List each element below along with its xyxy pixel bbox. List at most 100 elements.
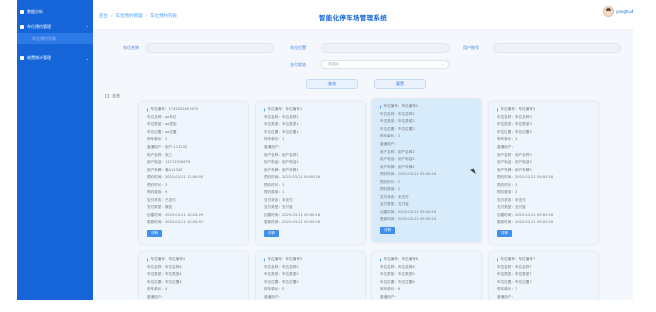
card-field: 停车单价：1 bbox=[264, 136, 359, 144]
pay-status-label: 支付状态 bbox=[290, 62, 306, 67]
card-field: 普通用户： bbox=[380, 141, 475, 149]
card-field-text: 普通用户： bbox=[380, 142, 398, 146]
card-field: 车位编号：车位编号6 bbox=[380, 256, 475, 264]
card-field: 用户名称：用户名称1 bbox=[264, 151, 359, 159]
card-field-text: 车位类型：车位类型1 bbox=[264, 122, 299, 127]
card-field-text: 普通用户： bbox=[264, 145, 282, 149]
card-field: 预约时间：2025-03-21 11:06:00 bbox=[147, 174, 242, 182]
card-field: 支付状态：未支付 bbox=[380, 194, 475, 202]
position-input[interactable] bbox=[321, 43, 449, 53]
card-field: 车位位置：车位位置2 bbox=[380, 126, 475, 134]
card-field: 预约时长：3 bbox=[147, 181, 242, 189]
card-field-text: 车位编号：车位编号5 bbox=[267, 257, 303, 262]
card-field: 预约时长：1 bbox=[264, 181, 359, 189]
card-field: 支付类型：支付宝 bbox=[497, 204, 592, 212]
breadcrumb-separator: / bbox=[145, 14, 148, 19]
card-field-text: 支付类型：支付宝 bbox=[380, 202, 409, 207]
card-field: 普通用户： bbox=[264, 144, 359, 152]
sidebar-item-fee-statistics[interactable]: 收费统计管理 ⌄ bbox=[17, 52, 93, 64]
breadcrumb-home[interactable]: 后台 bbox=[99, 14, 108, 19]
sidebar-item-reservation-list[interactable]: 车位预约列表 bbox=[17, 33, 93, 44]
top-bar: 后台 / 车位预约管理 / 车位预约列表 智能化停车场管理系统 yonghu4 bbox=[93, 0, 634, 30]
card-select-radio[interactable] bbox=[264, 257, 265, 263]
reservation-card[interactable]: 车位编号：车位编号1 车位名称：车位名称1 车位类型：车位类型1 车位位置：车位位置1… bbox=[256, 102, 365, 244]
card-field: 停车单价：2 bbox=[380, 133, 475, 141]
card-field-text: 用户电话：用户电话3 bbox=[497, 160, 532, 165]
detail-button[interactable]: 详情 bbox=[497, 229, 512, 237]
car-icon bbox=[20, 25, 24, 29]
avatar[interactable] bbox=[603, 6, 614, 17]
card-field-text: 车位位置：aa位置 bbox=[147, 129, 177, 134]
sidebar-item-reservation-management[interactable]: 车位预约管理 ⌃ bbox=[17, 21, 93, 33]
card-field: 停车单价：6 bbox=[380, 286, 475, 294]
card-field: 车位名称：车位名称4 bbox=[147, 264, 242, 272]
card-field-text: 车位编号：车位编号3 bbox=[500, 107, 536, 112]
card-select-radio[interactable] bbox=[147, 257, 148, 263]
chevron-down-icon: ⌄ bbox=[85, 55, 89, 61]
card-field-text: 车位名称：车位名称5 bbox=[264, 264, 299, 269]
card-field: 车位名称：车位名称6 bbox=[380, 264, 475, 272]
card-field: 支付状态：未支付 bbox=[264, 197, 359, 205]
card-field-text: 预约时长：3 bbox=[497, 182, 518, 187]
username[interactable]: yonghu4 bbox=[616, 9, 634, 14]
card-select-radio[interactable] bbox=[380, 257, 381, 263]
username-input[interactable] bbox=[493, 43, 621, 53]
card-field: 车位名称：车位名称7 bbox=[497, 264, 592, 272]
card-field-text: 车位名称：车位名称7 bbox=[497, 264, 532, 269]
card-field-text: 车位名称：车位名称2 bbox=[380, 111, 415, 116]
card-field-text: 用户电话：用户电话1 bbox=[264, 160, 299, 165]
card-select-radio[interactable] bbox=[497, 257, 498, 263]
card-field: 预约时长：3 bbox=[497, 181, 592, 189]
detail-button[interactable]: 详情 bbox=[380, 226, 395, 234]
card-select-radio[interactable] bbox=[497, 107, 498, 113]
card-field: 更新时间：2025-03-21 09:00:16 bbox=[497, 219, 592, 227]
card-field: 车位编号：车位编号7 bbox=[497, 256, 592, 264]
card-field-text: 车位位置：车位位置6 bbox=[380, 279, 415, 284]
card-field-text: 用户名称：用户名称1 bbox=[264, 152, 299, 157]
card-field: 车位名称：车位名称3 bbox=[497, 114, 592, 122]
breadcrumb-level1[interactable]: 车位预约管理 bbox=[116, 14, 143, 19]
card-field: 车位编号：车位编号1 bbox=[264, 106, 359, 114]
card-field: 创建时间：2025-03-21 09:00:16 bbox=[380, 209, 475, 217]
card-field: 车位位置：车位位置6 bbox=[380, 279, 475, 287]
card-field-text: 车位名称：车位名称1 bbox=[264, 114, 299, 119]
reservation-card[interactable]: 车位编号：车位编号2 车位名称：车位名称2 车位类型：车位类型2 车位位置：车位位置2… bbox=[372, 99, 481, 242]
card-field: 更新时间：2025-03-21 10:04:51 bbox=[147, 219, 242, 227]
card-field: 用户电话：用户电话1 bbox=[264, 159, 359, 167]
query-button[interactable]: 查询 bbox=[306, 79, 358, 89]
bottom-margin bbox=[0, 300, 656, 312]
card-field-text: 支付状态：已支付 bbox=[147, 197, 176, 202]
card-field: 车位位置：车位位置7 bbox=[497, 279, 592, 287]
reset-button[interactable]: 重置 bbox=[374, 79, 426, 89]
card-field-text: 车位编号：1742522807675 bbox=[150, 107, 199, 112]
card-field-text: 预约时间：2025-03-21 11:06:00 bbox=[147, 175, 204, 180]
card-field-text: 用户电话：用户电话2 bbox=[380, 157, 415, 162]
card-select-radio[interactable] bbox=[147, 107, 148, 113]
card-field-text: 车位位置：车位位置4 bbox=[147, 279, 182, 284]
card-field-text: 更新时间：2025-03-21 09:00:16 bbox=[497, 220, 554, 225]
select-all-checkbox[interactable] bbox=[105, 94, 109, 98]
detail-button[interactable]: 详情 bbox=[147, 229, 162, 237]
card-field: 停车单价：4 bbox=[147, 286, 242, 294]
select-all[interactable]: 全选 bbox=[105, 93, 120, 99]
detail-button[interactable]: 详情 bbox=[264, 229, 279, 237]
pay-status-select[interactable]: 请选择 ⌄ bbox=[321, 60, 449, 69]
card-field: 普通用户： bbox=[497, 144, 592, 152]
card-field-text: 预约费用：2 bbox=[380, 187, 401, 192]
reservation-card[interactable]: 车位编号：车位编号3 车位名称：车位名称3 车位类型：车位类型3 车位位置：车位位置3… bbox=[489, 102, 598, 244]
card-field: 车位位置：车位位置4 bbox=[147, 279, 242, 287]
plate-name-input[interactable] bbox=[146, 43, 274, 53]
username-label: 用户账号 bbox=[463, 45, 479, 50]
card-field-text: 车位类型：车位类型6 bbox=[380, 272, 415, 277]
card-select-radio[interactable] bbox=[264, 107, 265, 113]
card-field-text: 车位名称：车位名称4 bbox=[147, 264, 182, 269]
card-field: 预约时长：2 bbox=[380, 178, 475, 186]
card-field-text: 停车单价：7 bbox=[497, 287, 518, 292]
card-field: 创建时间：2025-03-21 09:00:16 bbox=[264, 212, 359, 220]
sidebar-item-data-analysis[interactable]: 数据分析 bbox=[17, 6, 93, 18]
card-select-radio[interactable] bbox=[380, 104, 381, 110]
sidebar: 数据分析 车位预约管理 ⌃ 车位预约列表 收费统计管理 ⌄ bbox=[17, 0, 93, 300]
reservation-card[interactable]: 车位编号：1742522807675 车位名称：aa车位 车位类型：aa类型 车位位置… bbox=[139, 102, 248, 244]
card-field: 用户车牌：用户车牌3 bbox=[497, 166, 592, 174]
card-field-text: 支付状态：未支付 bbox=[380, 194, 409, 199]
